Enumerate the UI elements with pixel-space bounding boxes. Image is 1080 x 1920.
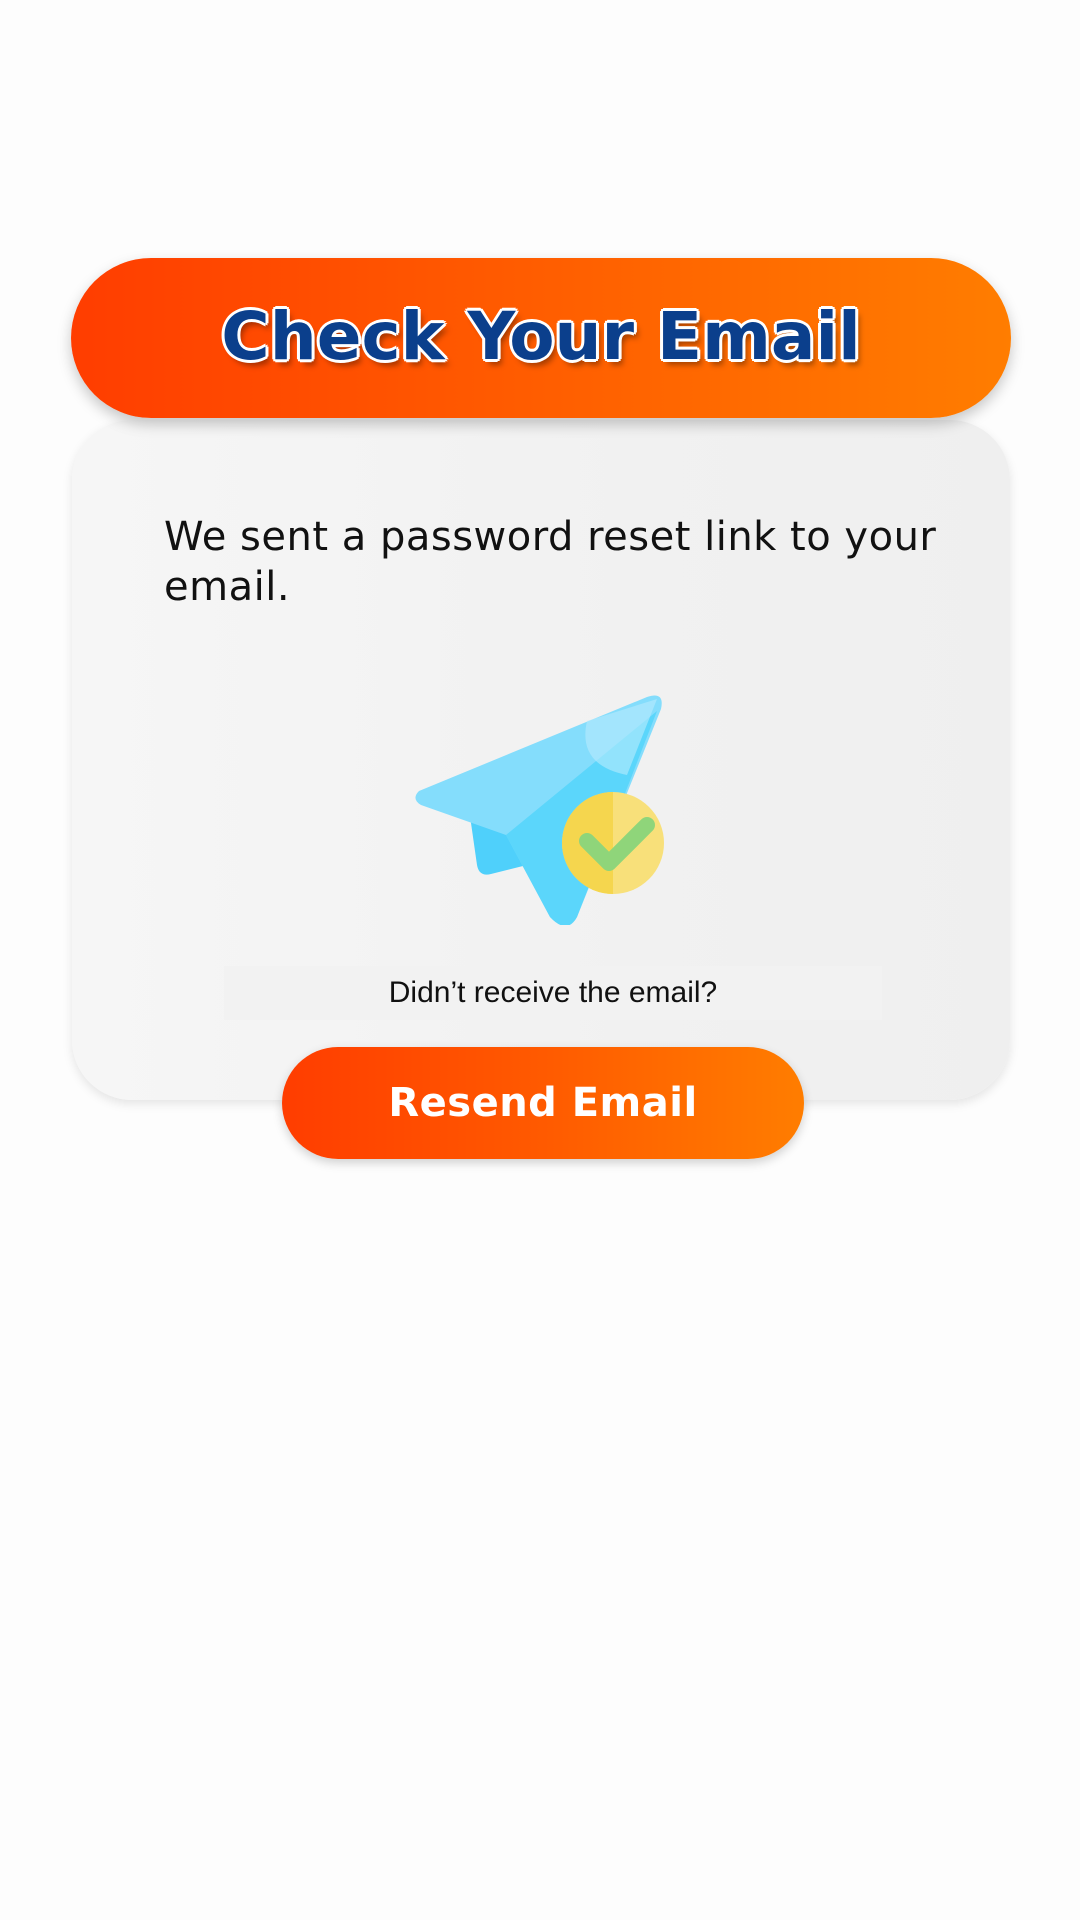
message-card: We sent a password reset link to your em…: [72, 420, 1010, 1100]
didnt-receive-text: Didn’t receive the email?: [388, 976, 718, 1009]
page-title: Check Your Email: [221, 297, 861, 375]
didnt-receive-prompt: Didn’t receive the email?: [224, 966, 882, 1020]
header-banner: Check Your Email: [71, 258, 1011, 418]
check-email-screen: Check Your Email We sent a password rese…: [0, 0, 1080, 1920]
resend-email-button[interactable]: Resend Email: [282, 1047, 804, 1159]
paper-plane-check-icon: [407, 655, 677, 926]
resend-email-label: Resend Email: [388, 1080, 698, 1126]
reset-message: We sent a password reset link to your em…: [164, 514, 937, 610]
